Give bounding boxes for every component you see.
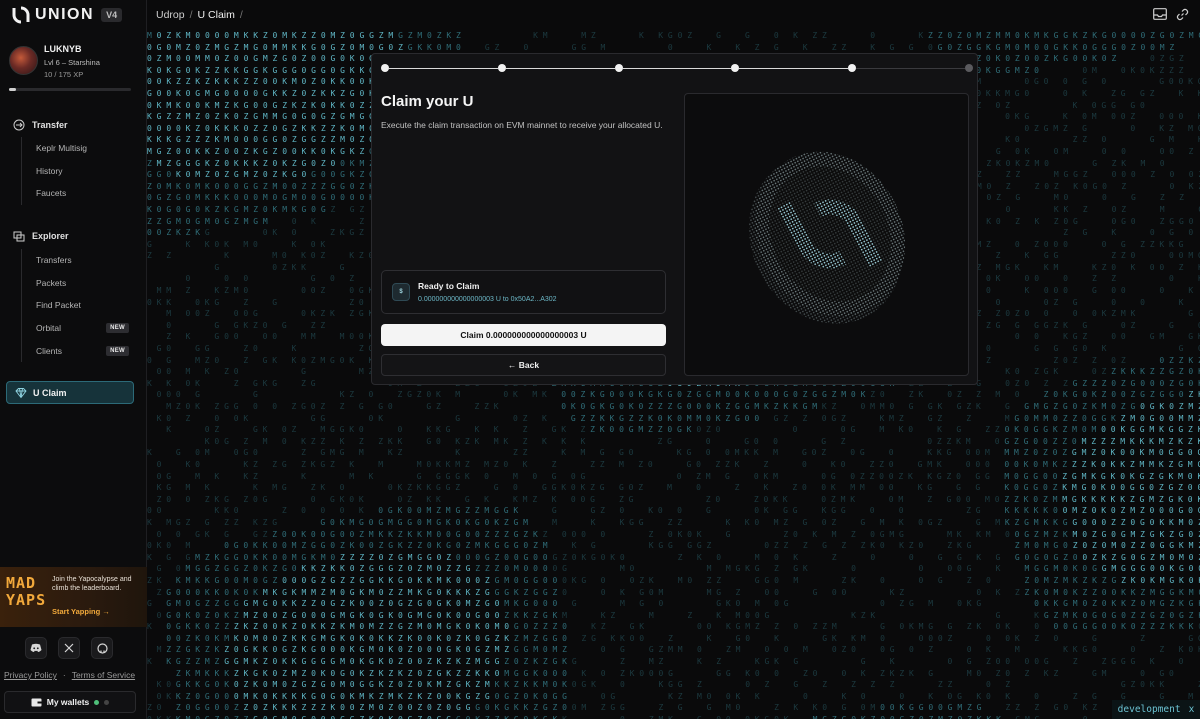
logo[interactable]: UNION V4 <box>0 0 146 30</box>
union-logo-icon <box>12 6 30 24</box>
explorer-icon <box>13 231 25 242</box>
discord-button[interactable] <box>25 637 47 659</box>
wallet-status-dot <box>104 699 110 705</box>
diamond-icon <box>15 387 27 398</box>
sidebar-item-find-packet[interactable]: Find Packet <box>22 294 133 317</box>
environment-label: development <box>1117 704 1181 715</box>
sidebar-item-label: Clients <box>36 345 62 356</box>
sidebar-item-transfers[interactable]: Transfers <box>22 249 133 272</box>
nav-explorer[interactable]: Explorer <box>13 230 69 242</box>
stepper-dot <box>731 64 740 72</box>
social-links <box>25 637 113 659</box>
privacy-policy-link[interactable]: Privacy Policy <box>4 670 57 680</box>
close-icon[interactable]: x <box>1189 704 1195 715</box>
github-button[interactable] <box>91 637 113 659</box>
sidebar-item-clients[interactable]: Clients NEW <box>22 339 133 362</box>
sidebar-item-keplr-multisig[interactable]: Keplr Multisig <box>22 137 133 160</box>
new-badge: NEW <box>106 323 129 334</box>
claim-description: Execute the claim transaction on EVM mai… <box>381 120 663 130</box>
progress-stepper <box>381 64 973 74</box>
x-icon <box>64 643 74 653</box>
breadcrumb-separator: / <box>189 9 193 21</box>
sidebar-item-faucets[interactable]: Faucets <box>22 182 133 205</box>
inbox-icon[interactable] <box>1153 8 1167 20</box>
promo-logo-line: MAD <box>6 574 37 592</box>
sidebar: UNION V4 LUKNYB Lvl 6 – Starshina 10 / 1… <box>0 0 147 719</box>
sidebar-item-packets[interactable]: Packets <box>22 272 133 295</box>
wallet-icon <box>31 698 42 706</box>
sidebar-item-label: Keplr Multisig <box>36 143 88 154</box>
stepper-dot <box>614 64 623 72</box>
mad-yaps-promo[interactable]: MAD YAPS Join the Yapocalypse and climb … <box>0 567 147 627</box>
user-name: LUKNYB <box>44 44 82 54</box>
sidebar-item-label: Transfers <box>36 255 72 266</box>
footer-separator: · <box>62 670 66 680</box>
sidebar-item-label: Find Packet <box>36 300 81 311</box>
footer-links: Privacy Policy · Terms of Service <box>4 670 135 680</box>
my-wallets-button[interactable]: My wallets <box>4 691 136 713</box>
sidebar-item-label: Faucets <box>36 188 67 199</box>
ready-to-claim-box: $ Ready to Claim 0.000000000000000003 U … <box>381 270 666 314</box>
transfer-sublist: Keplr Multisig History Faucets <box>21 137 133 205</box>
sidebar-item-label: Packets <box>36 277 67 288</box>
union-coin-icon <box>749 151 906 324</box>
header-actions <box>1153 8 1189 21</box>
link-icon[interactable] <box>1176 8 1189 21</box>
transfer-icon <box>13 119 25 131</box>
sidebar-item-orbital[interactable]: Orbital NEW <box>22 317 133 340</box>
stepper-dot <box>381 64 389 72</box>
breadcrumb-separator: / <box>239 9 243 21</box>
sidebar-item-history[interactable]: History <box>22 160 133 183</box>
breadcrumb-u-claim[interactable]: U Claim <box>198 9 235 21</box>
sidebar-item-u-claim[interactable]: U Claim <box>6 381 134 404</box>
start-yapping-link[interactable]: Start Yapping → <box>52 607 110 616</box>
sidebar-item-label: U Claim <box>33 387 67 398</box>
back-button[interactable]: ← Back <box>381 354 666 376</box>
claim-card: Claim your U Execute the claim transacti… <box>371 53 978 385</box>
page-title: Claim your U <box>381 93 474 110</box>
stepper-dot <box>965 64 973 72</box>
stepper-dot <box>497 64 506 72</box>
terms-of-service-link[interactable]: Terms of Service <box>72 670 135 680</box>
xp-progress-bar <box>9 88 131 91</box>
stepper-line <box>505 68 615 69</box>
breadcrumb: Udrop / U Claim / <box>156 9 248 21</box>
wallet-status-dot <box>94 699 100 705</box>
user-level: Lvl 6 – Starshina <box>44 58 100 67</box>
github-icon <box>96 642 108 654</box>
stepper-line <box>622 68 732 69</box>
logo-text: UNION <box>35 6 95 23</box>
claim-button[interactable]: Claim 0.000000000000000003 U <box>381 324 666 346</box>
stepper-line <box>739 68 849 69</box>
nav-transfer[interactable]: Transfer <box>13 119 68 131</box>
promo-text: Join the Yapocalypse and climb the leade… <box>52 576 132 592</box>
stepper-dot <box>848 64 857 72</box>
ready-detail: 0.000000000000000003 U to 0x50A2...A302 <box>418 296 557 303</box>
stepper-line <box>856 68 965 69</box>
avatar <box>9 46 38 75</box>
user-xp: 10 / 175 XP <box>44 70 84 79</box>
discord-icon <box>30 643 42 652</box>
environment-badge[interactable]: development x <box>1112 700 1200 719</box>
my-wallets-label: My wallets <box>46 697 90 707</box>
dollar-icon: $ <box>392 283 410 301</box>
version-badge: V4 <box>101 8 123 22</box>
stepper-line <box>389 68 498 69</box>
mad-yaps-logo: MAD YAPS <box>6 574 47 609</box>
sidebar-item-label: Orbital <box>36 323 62 334</box>
sidebar-item-label: History <box>36 165 63 176</box>
nav-transfer-label: Transfer <box>32 120 68 130</box>
nav-explorer-label: Explorer <box>32 231 69 241</box>
top-bar: Udrop / U Claim / <box>147 0 1200 30</box>
coin-illustration-panel <box>684 93 969 376</box>
new-badge: NEW <box>106 345 129 356</box>
explorer-sublist: Transfers Packets Find Packet Orbital NEW… <box>21 249 133 362</box>
promo-logo-line: YAPS <box>6 591 47 609</box>
xp-progress-fill <box>9 88 16 91</box>
ready-title: Ready to Claim <box>418 281 480 291</box>
breadcrumb-udrop[interactable]: Udrop <box>156 9 185 21</box>
x-twitter-button[interactable] <box>58 637 80 659</box>
